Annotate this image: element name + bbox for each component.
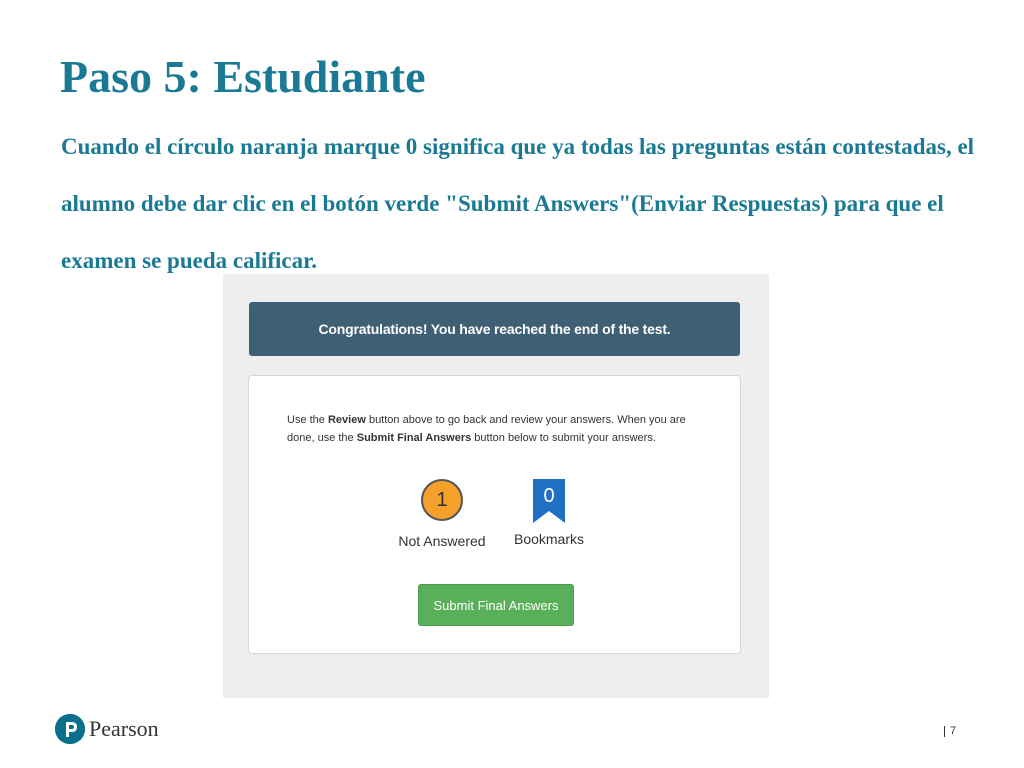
- submission-card: Use the Review button above to go back a…: [248, 375, 741, 654]
- submission-instructions: Use the Review button above to go back a…: [287, 411, 707, 447]
- not-answered-label: Not Answered: [398, 533, 486, 549]
- instruction-text-3: button below to submit your answers.: [471, 432, 656, 444]
- instruction-text-1: Use the: [287, 414, 328, 426]
- submit-final-answers-button[interactable]: Submit Final Answers: [418, 584, 574, 626]
- submit-final-keyword: Submit Final Answers: [356, 432, 472, 444]
- page-number: 7: [944, 726, 956, 737]
- review-keyword: Review: [327, 414, 366, 426]
- slide-instructions: Cuando el círculo naranja marque 0 signi…: [61, 134, 975, 273]
- bookmark-icon[interactable]: 0: [533, 479, 565, 523]
- pearson-logo-icon: [55, 714, 85, 744]
- completion-banner: Congratulations! You have reached the en…: [249, 302, 740, 356]
- not-answered-count[interactable]: 1: [421, 479, 463, 521]
- slide-title: Paso 5: Estudiante: [60, 51, 426, 102]
- not-answered-stat[interactable]: 1 Not Answered: [392, 479, 492, 549]
- pearson-logo: Pearson: [55, 712, 159, 746]
- bookmarks-stat[interactable]: 0 Bookmarks: [499, 479, 599, 547]
- bookmarks-count: 0: [543, 485, 555, 507]
- bookmarks-label: Bookmarks: [513, 531, 585, 547]
- test-screenshot: Congratulations! You have reached the en…: [223, 274, 769, 698]
- pearson-wordmark: Pearson: [89, 716, 159, 741]
